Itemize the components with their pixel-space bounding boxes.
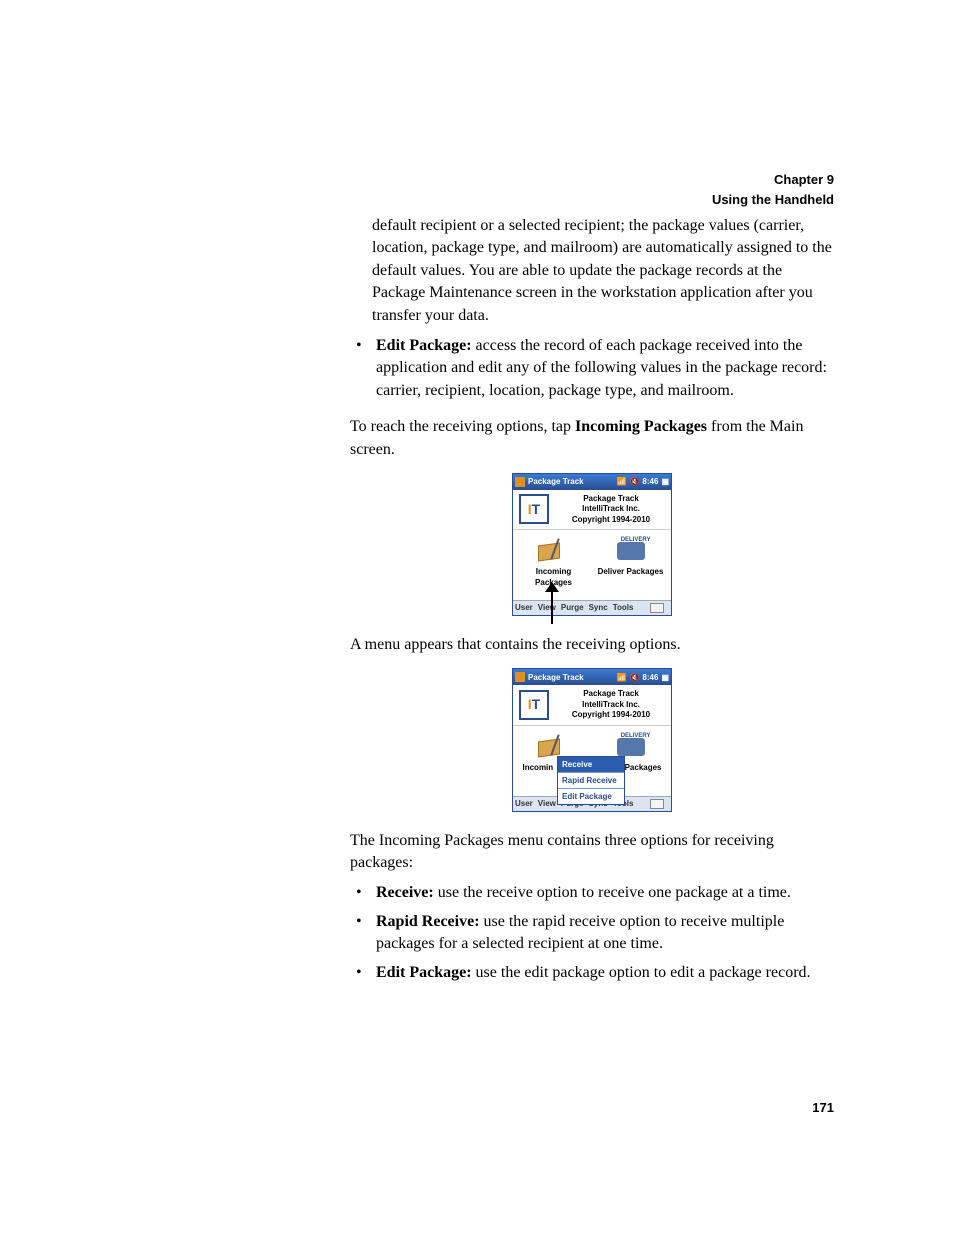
window-icon [515, 672, 525, 682]
menu-view[interactable]: View [538, 798, 556, 809]
edit-package-label-2: Edit Package: [376, 964, 472, 981]
menu-sync[interactable]: Sync [589, 602, 608, 613]
handheld-titlebar: Package Track 📶 🔇 8:46 ▦ [513, 669, 671, 685]
page-body: default recipient or a selected recipien… [350, 215, 834, 984]
list-item: Receive: use the receive option to recei… [350, 882, 834, 904]
menu-user[interactable]: User [515, 602, 533, 613]
menu-contains-paragraph: The Incoming Packages menu contains thre… [350, 830, 834, 875]
incoming-packages-menu: Receive Rapid Receive Edit Package [557, 756, 625, 806]
speaker-icon: 🔇 [629, 672, 639, 683]
menu-item-edit-package[interactable]: Edit Package [558, 789, 624, 804]
intellitrack-logo: IT [519, 690, 549, 720]
handheld-title: Package Track [528, 672, 584, 683]
menu-user[interactable]: User [515, 798, 533, 809]
clock-time: 8:46 [642, 476, 658, 487]
handheld-bottom-bar: User View Purge Sync Tools [513, 600, 671, 615]
menu-appears-paragraph: A menu appears that contains the receivi… [350, 634, 834, 656]
handheld-icon-row: Incomin DELIVERY Packages Receive Rapid … [513, 726, 671, 796]
clock-time: 8:46 [642, 672, 658, 683]
receive-label: Receive: [376, 884, 434, 901]
handheld-screenshot-1: Package Track 📶 🔇 8:46 ▦ IT Package Trac… [512, 473, 672, 616]
page-number: 171 [812, 1100, 834, 1115]
chapter-label: Chapter 9 [712, 170, 834, 190]
list-item: Edit Package: access the record of each … [350, 335, 834, 402]
bullet-list-1: Edit Package: access the record of each … [350, 335, 834, 402]
splash-text: Package Track IntelliTrack Inc. Copyrigh… [557, 494, 665, 525]
keyboard-icon[interactable] [650, 799, 664, 809]
deliver-packages-button[interactable]: DELIVERY Deliver Packages [598, 536, 664, 598]
handheld-titlebar: Package Track 📶 🔇 8:46 ▦ [513, 474, 671, 490]
handheld-splash: IT Package Track IntelliTrack Inc. Copyr… [513, 490, 671, 530]
window-icon [515, 477, 525, 487]
splash-text: Package Track IntelliTrack Inc. Copyrigh… [557, 689, 665, 720]
intellitrack-logo: IT [519, 494, 549, 524]
handheld-title: Package Track [528, 476, 584, 487]
handheld-splash: IT Package Track IntelliTrack Inc. Copyr… [513, 685, 671, 725]
ok-icon: ▦ [661, 476, 669, 487]
signal-icon: 📶 [616, 672, 626, 683]
arrow-up-icon [545, 582, 559, 624]
signal-icon: 📶 [616, 476, 626, 487]
handheld-screenshot-2: Package Track 📶 🔇 8:46 ▦ IT Package Trac… [512, 668, 672, 811]
list-item: Edit Package: use the edit package optio… [350, 962, 834, 984]
incoming-packages-bold: Incoming Packages [575, 418, 707, 435]
handheld-icon-row: Incoming Packages DELIVERY Deliver Packa… [513, 530, 671, 600]
menu-purge[interactable]: Purge [561, 602, 584, 613]
menu-item-receive[interactable]: Receive [558, 757, 624, 773]
ok-icon: ▦ [661, 672, 669, 683]
bullet-list-2: Receive: use the receive option to recei… [350, 882, 834, 984]
edit-package-label: Edit Package: [376, 337, 472, 354]
edit-package-text-2: use the edit package option to edit a pa… [472, 964, 811, 981]
menu-item-rapid-receive[interactable]: Rapid Receive [558, 773, 624, 789]
menu-tools[interactable]: Tools [613, 602, 634, 613]
speaker-icon: 🔇 [629, 476, 639, 487]
intro-paragraph: default recipient or a selected recipien… [372, 215, 834, 327]
reach-paragraph: To reach the receiving options, tap Inco… [350, 416, 834, 461]
rapid-receive-label: Rapid Receive: [376, 913, 480, 930]
list-item: Rapid Receive: use the rapid receive opt… [350, 911, 834, 956]
section-label: Using the Handheld [712, 190, 834, 210]
receive-text: use the receive option to receive one pa… [434, 884, 791, 901]
page-header: Chapter 9 Using the Handheld [712, 170, 834, 209]
keyboard-icon[interactable] [650, 603, 664, 613]
